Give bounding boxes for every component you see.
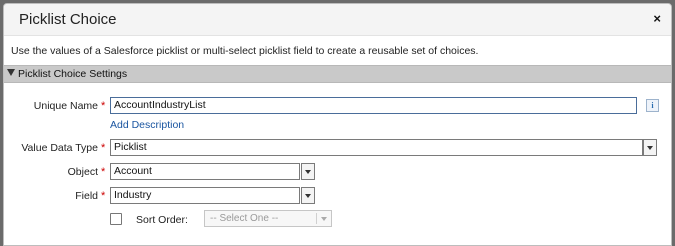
chevron-down-icon [647, 146, 653, 150]
add-description-link[interactable]: Add Description [110, 119, 184, 131]
required-icon: * [101, 100, 106, 112]
triangle-down-icon[interactable] [7, 69, 15, 76]
chevron-down-icon [305, 194, 311, 198]
dialog-description: Use the values of a Salesforce picklist … [11, 45, 479, 57]
required-icon: * [101, 142, 106, 154]
close-icon[interactable]: × [653, 11, 661, 26]
sort-order-checkbox[interactable] [110, 213, 122, 225]
field-label: Field [75, 190, 98, 202]
info-icon[interactable]: i [646, 99, 659, 112]
value-data-type-select[interactable]: Picklist [110, 139, 643, 156]
field-dropdown-button[interactable] [301, 187, 315, 204]
required-icon: * [101, 190, 106, 202]
chevron-down-icon [321, 217, 327, 221]
value-data-type-dropdown-button[interactable] [643, 139, 657, 156]
section-title: Picklist Choice Settings [18, 68, 128, 80]
object-select[interactable]: Account [110, 163, 300, 180]
sort-order-placeholder: -- Select One -- [210, 213, 279, 224]
picklist-choice-dialog: Picklist Choice × Use the values of a Sa… [3, 3, 672, 246]
field-select[interactable]: Industry [110, 187, 300, 204]
section-header[interactable]: Picklist Choice Settings [4, 65, 671, 83]
sort-order-select[interactable]: -- Select One -- [204, 210, 332, 227]
required-icon: * [101, 166, 106, 178]
object-label: Object [67, 166, 98, 178]
unique-name-label: Unique Name [33, 100, 98, 112]
object-dropdown-button[interactable] [301, 163, 315, 180]
dialog-header: Picklist Choice × [4, 4, 671, 36]
value-data-type-label: Value Data Type [21, 142, 98, 154]
select-divider [316, 213, 317, 224]
dialog-title: Picklist Choice [19, 11, 117, 28]
unique-name-input[interactable]: AccountIndustryList [110, 97, 637, 114]
chevron-down-icon [305, 170, 311, 174]
sort-order-label: Sort Order: [136, 214, 188, 226]
